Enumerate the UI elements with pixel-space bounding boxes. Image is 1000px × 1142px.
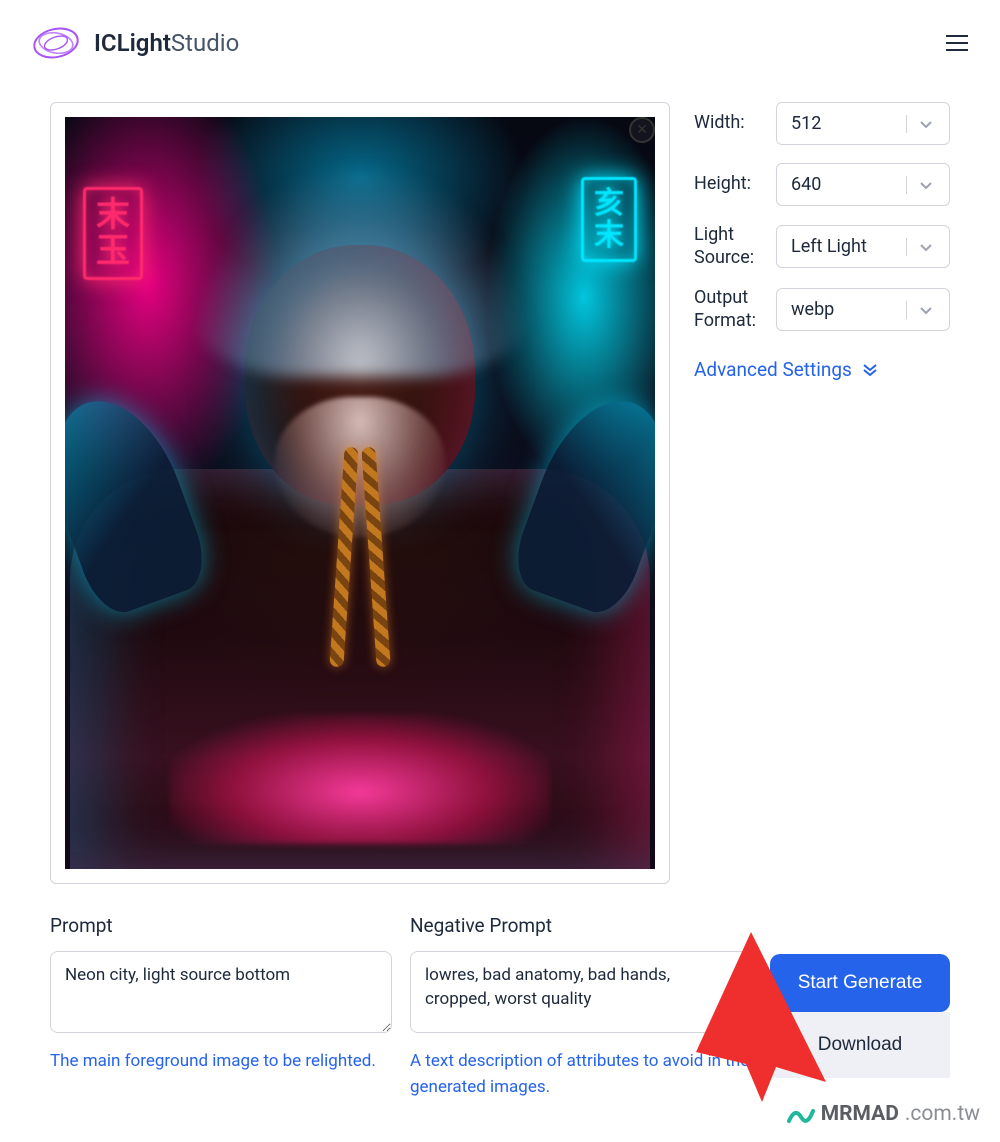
prompt-label: Prompt: [50, 914, 392, 937]
light-source-select[interactable]: Left Light: [776, 225, 950, 268]
main-area: ✕ 末 玉 亥 末 Width: 512: [0, 78, 1000, 884]
controls-panel: Width: 512 Height: 640 Light Source: Lef…: [694, 102, 950, 884]
prompt-input[interactable]: [50, 951, 392, 1033]
neon-sign-right: 亥 末: [581, 177, 637, 262]
image-column: ✕ 末 玉 亥 末: [50, 102, 670, 884]
close-icon[interactable]: ✕: [629, 117, 655, 143]
menu-icon[interactable]: [946, 35, 968, 51]
width-select[interactable]: 512: [776, 102, 950, 145]
output-format-control: Output Format: webp: [694, 287, 950, 332]
width-control: Width: 512: [694, 102, 950, 145]
neon-sign-left: 末 玉: [83, 187, 143, 280]
chevron-down-icon: [906, 176, 945, 194]
pointer-arrow-icon: [696, 932, 826, 1102]
logo[interactable]: ICLightStudio: [32, 24, 239, 62]
light-source-control: Light Source: Left Light: [694, 224, 950, 269]
prompt-help: The main foreground image to be relighte…: [50, 1049, 392, 1075]
prompt-field: Prompt The main foreground image to be r…: [50, 914, 392, 1100]
output-format-select[interactable]: webp: [776, 288, 950, 331]
bottom-area: Prompt The main foreground image to be r…: [0, 884, 1000, 1100]
height-control: Height: 640: [694, 163, 950, 206]
chevron-down-icon: [906, 301, 945, 319]
width-label: Width:: [694, 112, 764, 135]
chevron-down-icon: [906, 115, 945, 133]
double-chevron-down-icon: [862, 362, 878, 378]
header: ICLightStudio: [0, 0, 1000, 78]
light-source-label: Light Source:: [694, 224, 764, 269]
advanced-settings-link[interactable]: Advanced Settings: [694, 358, 950, 381]
image-preview[interactable]: 末 玉 亥 末: [65, 117, 655, 869]
output-format-label: Output Format:: [694, 287, 764, 332]
watermark: MRMAD.com.tw: [787, 1102, 980, 1126]
watermark-logo-icon: [787, 1103, 815, 1125]
chevron-down-icon: [906, 238, 945, 256]
height-select[interactable]: 640: [776, 163, 950, 206]
logo-swirl-icon: [32, 24, 80, 62]
image-preview-box: ✕ 末 玉 亥 末: [50, 102, 670, 884]
brand-text: ICLightStudio: [94, 29, 239, 57]
height-label: Height:: [694, 173, 764, 196]
figure-rope: [275, 447, 445, 677]
